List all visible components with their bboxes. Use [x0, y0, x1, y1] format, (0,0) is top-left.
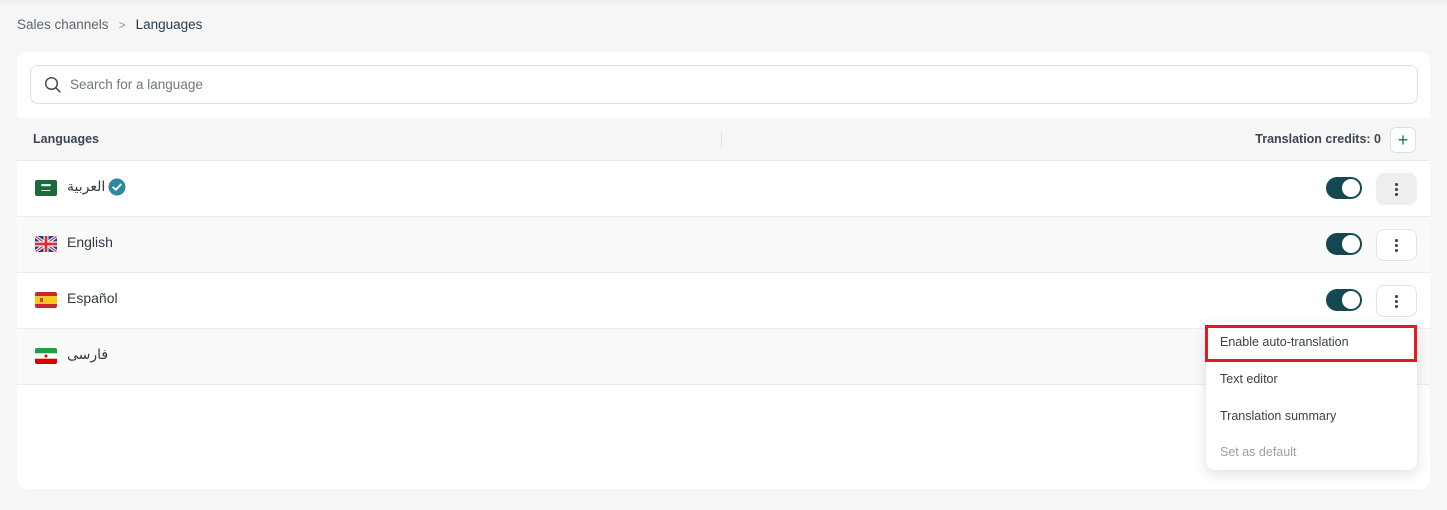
language-enabled-toggle[interactable]	[1326, 177, 1362, 199]
toggle-knob	[1342, 235, 1360, 253]
add-language-button[interactable]: +	[1390, 127, 1416, 153]
language-name: فارسی	[67, 346, 109, 362]
uk-flag-icon	[35, 236, 57, 252]
more-options-button[interactable]	[1376, 285, 1417, 317]
language-name: العربية	[67, 178, 106, 194]
saudi-arabia-flag-icon	[35, 180, 57, 196]
language-name: Español	[67, 290, 118, 306]
breadcrumb-current: Languages	[135, 17, 203, 32]
table-header: Languages Translation credits: 0 +	[17, 118, 1430, 161]
search-icon	[44, 76, 61, 93]
table-row: English	[17, 217, 1430, 273]
language-options-menu: Enable auto-translation Text editor Tran…	[1206, 322, 1417, 470]
menu-item-enable-auto-translation[interactable]: Enable auto-translation	[1220, 335, 1349, 349]
column-header-languages: Languages	[33, 132, 99, 146]
menu-item-translation-summary[interactable]: Translation summary	[1220, 409, 1336, 423]
language-enabled-toggle[interactable]	[1326, 289, 1362, 311]
spain-flag-icon	[35, 292, 57, 308]
more-vertical-icon	[1395, 182, 1398, 196]
breadcrumb-sales-channels[interactable]: Sales channels	[17, 17, 109, 32]
more-vertical-icon	[1395, 294, 1398, 308]
more-options-button[interactable]	[1376, 229, 1417, 261]
breadcrumb-separator: >	[118, 17, 126, 32]
toggle-knob	[1342, 291, 1360, 309]
toggle-knob	[1342, 179, 1360, 197]
language-enabled-toggle[interactable]	[1326, 233, 1362, 255]
table-row: Español	[17, 273, 1430, 329]
search-input[interactable]	[70, 77, 1370, 92]
column-divider	[721, 131, 722, 148]
search-box[interactable]	[30, 65, 1418, 104]
more-vertical-icon	[1395, 238, 1398, 252]
table-row: العربية	[17, 161, 1430, 217]
menu-item-set-as-default: Set as default	[1220, 445, 1297, 459]
verified-check-icon	[108, 178, 126, 196]
languages-card: Languages Translation credits: 0 + العرب…	[17, 52, 1430, 489]
more-options-button[interactable]	[1376, 173, 1417, 205]
iran-flag-icon	[35, 348, 57, 364]
menu-item-text-editor[interactable]: Text editor	[1220, 372, 1278, 386]
language-name: English	[67, 234, 113, 250]
top-divider	[0, 0, 1447, 3]
breadcrumb: Sales channels > Languages	[17, 17, 202, 32]
translation-credits-label: Translation credits: 0	[1255, 132, 1381, 146]
